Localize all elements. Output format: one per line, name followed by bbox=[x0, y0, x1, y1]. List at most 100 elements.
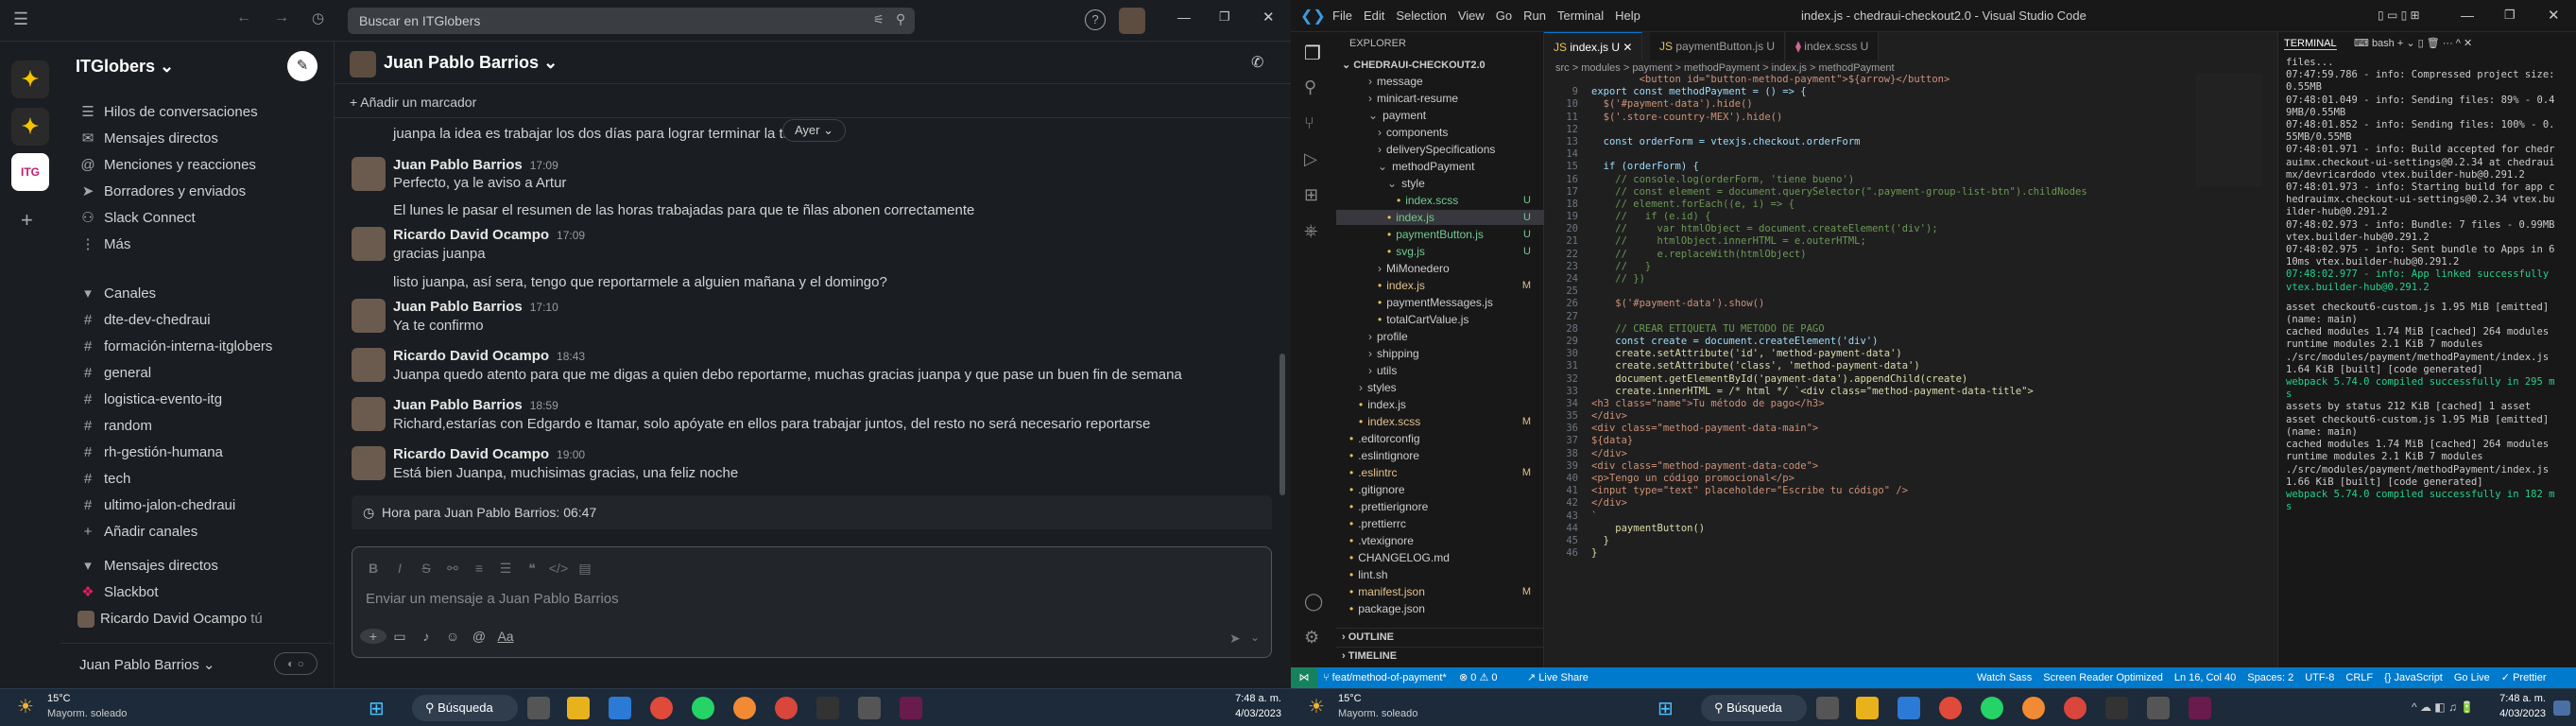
ordered-list-icon[interactable]: ≡ bbox=[466, 561, 492, 576]
layout-icon[interactable]: ▯ ▭ ▯ ⊞ bbox=[2378, 9, 2420, 22]
whatsapp-icon[interactable] bbox=[692, 697, 714, 719]
status-item[interactable]: Go Live bbox=[2454, 672, 2490, 683]
back-arrow-icon[interactable]: ← bbox=[236, 9, 251, 26]
tab-index-js[interactable]: JS index.js U ✕ bbox=[1544, 32, 1643, 60]
message-author[interactable]: Ricardo David Ocampo 19:00 bbox=[393, 446, 585, 462]
chrome-icon[interactable] bbox=[650, 697, 673, 719]
terminal-icon[interactable] bbox=[816, 697, 839, 719]
workspace-icon-itglobers[interactable]: ITG bbox=[11, 153, 49, 191]
tree-file[interactable]: • paymentMessages.js bbox=[1336, 295, 1544, 310]
weather-icon[interactable]: ☀ bbox=[17, 695, 34, 718]
outline-section[interactable]: › OUTLINE bbox=[1336, 628, 1544, 646]
tree-file[interactable]: • svg.js U bbox=[1336, 244, 1544, 259]
status-item[interactable]: CRLF bbox=[2345, 672, 2373, 683]
project-root[interactable]: ⌄ CHEDRAUI-CHECKOUT2.0 bbox=[1342, 59, 1485, 71]
message-author[interactable]: Juan Pablo Barrios 18:59 bbox=[393, 397, 558, 413]
clock-time[interactable]: 7:48 a. m. bbox=[1219, 693, 1281, 704]
tree-file[interactable]: • lint.sh bbox=[1336, 567, 1544, 582]
slack-taskbar-icon[interactable] bbox=[2189, 697, 2211, 719]
channel-item[interactable]: # logistica-evento-itg bbox=[77, 388, 222, 412]
source-control-icon[interactable]: ⑂ bbox=[1304, 113, 1314, 133]
app-icon[interactable] bbox=[2147, 697, 2170, 719]
history-icon[interactable]: ◷ bbox=[312, 9, 324, 26]
message-author[interactable]: Juan Pablo Barrios 17:10 bbox=[393, 299, 558, 315]
explorer-icon[interactable]: ❐ bbox=[1304, 42, 1321, 65]
close-icon[interactable]: ✕ bbox=[2548, 7, 2560, 24]
tree-file[interactable]: • paymentButton.js U bbox=[1336, 227, 1544, 242]
phone-icon[interactable]: ✆ bbox=[1251, 53, 1263, 72]
tree-file[interactable]: • index.scss M bbox=[1336, 414, 1544, 429]
minimize-icon[interactable]: — bbox=[1177, 9, 1191, 25]
chrome-icon[interactable] bbox=[1939, 697, 1962, 719]
clock-time[interactable]: 7:48 a. m. bbox=[2483, 693, 2546, 704]
status-item[interactable]: ✓ Prettier bbox=[2501, 672, 2547, 683]
terminal-icon[interactable] bbox=[2105, 697, 2128, 719]
tree-file[interactable]: • manifest.json M bbox=[1336, 584, 1544, 599]
weather-desc[interactable]: Mayorm. soleado bbox=[47, 708, 127, 719]
channel-title[interactable]: Juan Pablo Barrios ⌄ bbox=[384, 53, 558, 73]
tree-file[interactable]: • index.js M bbox=[1336, 278, 1544, 293]
avatar[interactable] bbox=[352, 227, 386, 261]
channel-item[interactable]: # formación-interna-itglobers bbox=[77, 335, 273, 359]
terminal-output[interactable]: files... 07:47:59.786 - info: Compressed … bbox=[2286, 57, 2560, 513]
git-branch[interactable]: ⑂ feat/method-of-payment* bbox=[1323, 667, 1447, 688]
problems-indicator[interactable]: ⊗ 0 ⚠ 0 bbox=[1459, 667, 1497, 688]
notification-icon[interactable] bbox=[2553, 700, 2570, 716]
menu-file[interactable]: File bbox=[1332, 9, 1352, 23]
app-icon[interactable] bbox=[2022, 697, 2045, 719]
tree-folder[interactable]: › deliverySpecifications bbox=[1336, 142, 1544, 157]
weather-desc[interactable]: Mayorm. soleado bbox=[1338, 708, 1417, 719]
search-input[interactable]: Buscar en ITGlobers bbox=[348, 8, 915, 34]
task-view-icon[interactable] bbox=[527, 697, 550, 719]
chrome-profile-icon[interactable] bbox=[775, 697, 798, 719]
message-author[interactable]: Juan Pablo Barrios 17:09 bbox=[393, 157, 558, 173]
breadcrumb[interactable]: src > modules > payment > methodPayment … bbox=[1555, 62, 1895, 74]
italic-icon[interactable]: I bbox=[386, 561, 413, 576]
message-author[interactable]: Ricardo David Ocampo 17:09 bbox=[393, 227, 585, 243]
close-icon[interactable]: ✕ bbox=[1262, 9, 1275, 26]
clock-date[interactable]: 4/03/2023 bbox=[1219, 708, 1281, 719]
format-toggle-icon[interactable]: Aa bbox=[492, 629, 519, 644]
tree-file[interactable]: • .eslintrc M bbox=[1336, 465, 1544, 480]
huddle-toggle[interactable]: ◐ ○ bbox=[274, 652, 318, 675]
search-icon[interactable]: ⚲ bbox=[896, 11, 905, 27]
attach-plus-icon[interactable]: + bbox=[360, 629, 386, 644]
remote-icon[interactable]: ⎈ bbox=[1304, 221, 1317, 241]
bold-icon[interactable]: B bbox=[360, 561, 386, 576]
avatar[interactable] bbox=[352, 157, 386, 191]
tree-file[interactable]: • .prettierignore bbox=[1336, 499, 1544, 514]
send-options-icon[interactable]: ⌄ bbox=[1250, 631, 1260, 644]
start-icon[interactable]: ⊞ bbox=[369, 697, 385, 720]
account-icon[interactable]: ◯ bbox=[1304, 592, 1323, 612]
app-icon[interactable] bbox=[733, 697, 756, 719]
tree-folder[interactable]: › utils bbox=[1336, 363, 1544, 378]
dm-header[interactable]: ▾ Mensajes directos bbox=[77, 554, 218, 579]
dm-item-slackbot[interactable]: ❖ Slackbot bbox=[77, 580, 158, 605]
code-icon[interactable]: </> bbox=[545, 561, 572, 576]
system-tray-icons[interactable]: ^ ☁ ◧ ♫ 🔋 bbox=[2412, 700, 2474, 714]
mic-icon[interactable]: ♪ bbox=[413, 629, 439, 644]
mention-icon[interactable]: @ bbox=[466, 629, 492, 644]
forward-arrow-icon[interactable]: → bbox=[274, 9, 289, 26]
user-avatar[interactable] bbox=[1119, 8, 1145, 34]
tree-file[interactable]: • .vtexignore bbox=[1336, 533, 1544, 548]
status-item[interactable]: Ln 16, Col 40 bbox=[2174, 672, 2236, 683]
code-block-icon[interactable]: ▤ bbox=[572, 561, 598, 577]
date-pill[interactable]: Ayer ⌄ bbox=[782, 119, 847, 142]
tree-folder[interactable]: ⌄ methodPayment bbox=[1336, 159, 1544, 174]
tree-file[interactable]: • index.js bbox=[1336, 397, 1544, 412]
weather-temp[interactable]: 15°C bbox=[1338, 693, 1362, 704]
remote-indicator-icon[interactable]: ⋈ bbox=[1291, 667, 1317, 688]
start-icon[interactable]: ⊞ bbox=[1657, 697, 1674, 720]
status-item[interactable]: Spaces: 2 bbox=[2247, 672, 2293, 683]
nav-mentions[interactable]: @ Menciones y reacciones bbox=[77, 153, 256, 178]
message-composer[interactable]: B I S ⚯ ≡ ☰ ❝ </> ▤ Enviar un mensaje a Juan Pab… bbox=[352, 546, 1272, 658]
workspace-icon-1[interactable]: ✦ bbox=[11, 60, 49, 98]
bullet-list-icon[interactable]: ☰ bbox=[492, 561, 519, 577]
maximize-icon[interactable]: ❐ bbox=[1219, 9, 1230, 25]
channel-item[interactable]: # rh-gestión-humana bbox=[77, 441, 223, 465]
tree-folder[interactable]: › components bbox=[1336, 125, 1544, 140]
tree-folder[interactable]: › minicart-resume bbox=[1336, 91, 1544, 106]
menu-view[interactable]: View bbox=[1458, 9, 1485, 23]
tab-payment-button[interactable]: JS paymentButton.js U bbox=[1650, 32, 1786, 60]
